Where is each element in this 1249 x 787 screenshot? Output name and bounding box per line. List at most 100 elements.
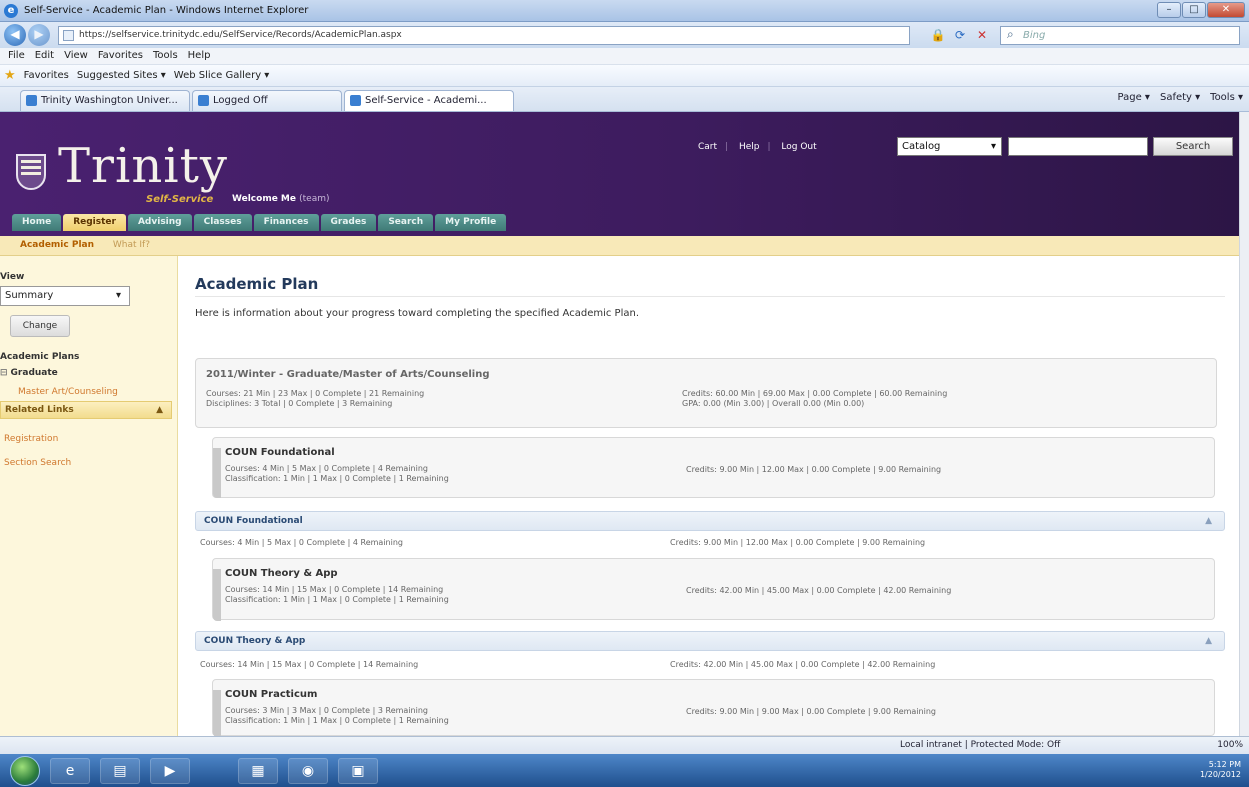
media-taskbar-icon[interactable]: ▶ bbox=[150, 758, 190, 784]
refresh-icon[interactable]: ⟳ bbox=[952, 27, 968, 43]
site-logo[interactable]: Trinity bbox=[58, 138, 228, 194]
plan-credits: Credits: 60.00 Min | 69.00 Max | 0.00 Co… bbox=[682, 389, 948, 398]
intro-text: Here is information about your progress … bbox=[195, 308, 639, 319]
change-button[interactable]: Change bbox=[10, 315, 70, 337]
window-taskbar-icon[interactable]: ▣ bbox=[338, 758, 378, 784]
tab-my-profile[interactable]: My Profile bbox=[435, 214, 507, 231]
stop-icon[interactable]: ✕ bbox=[974, 27, 990, 43]
sub-navigation: Academic Plan What If? bbox=[0, 236, 1245, 256]
ie-taskbar-icon[interactable]: e bbox=[50, 758, 90, 784]
page-scrollbar[interactable] bbox=[1239, 112, 1249, 736]
collapse-caret-icon[interactable]: ▲ bbox=[156, 402, 163, 418]
main-nav: Home Register Advising Classes Finances … bbox=[12, 214, 507, 231]
section-courses: Courses: 14 Min | 15 Max | 0 Complete | … bbox=[200, 660, 419, 669]
help-link[interactable]: Help bbox=[739, 142, 760, 152]
plan-link-master-art[interactable]: Master Art/Counseling bbox=[18, 387, 118, 397]
folder-taskbar-icon[interactable]: ▦ bbox=[238, 758, 278, 784]
zoom-level[interactable]: 100% bbox=[1217, 737, 1243, 754]
discipline-credits: Credits: 42.00 Min | 45.00 Max | 0.00 Co… bbox=[686, 586, 952, 595]
section-header-foundational[interactable]: COUN Foundational ▲ bbox=[195, 511, 1225, 531]
logout-link[interactable]: Log Out bbox=[781, 142, 816, 152]
tab-trinity[interactable]: Trinity Washington Univer... bbox=[20, 90, 190, 111]
close-button[interactable]: ✕ bbox=[1207, 2, 1245, 18]
fav-suggested-sites[interactable]: Suggested Sites ▾ bbox=[77, 70, 166, 81]
start-button[interactable] bbox=[10, 756, 40, 786]
header-search-button[interactable]: Search bbox=[1153, 137, 1233, 156]
header-links: Cart | Help | Log Out bbox=[698, 142, 817, 152]
header-search-input[interactable] bbox=[1008, 137, 1148, 156]
plan-title: 2011/Winter - Graduate/Master of Arts/Co… bbox=[206, 369, 490, 380]
tab-label: Logged Off bbox=[213, 95, 268, 106]
minimize-button[interactable]: – bbox=[1157, 2, 1181, 18]
section-search-link[interactable]: Section Search bbox=[4, 458, 71, 468]
menu-bar: File Edit View Favorites Tools Help bbox=[0, 48, 1249, 65]
maximize-button[interactable]: □ bbox=[1182, 2, 1206, 18]
welcome-suffix: (team) bbox=[299, 194, 330, 204]
tools-menu[interactable]: Tools ▾ bbox=[1210, 92, 1243, 103]
tab-logged-off[interactable]: Logged Off bbox=[192, 90, 342, 111]
section-credits: Credits: 42.00 Min | 45.00 Max | 0.00 Co… bbox=[670, 660, 936, 669]
menu-favorites[interactable]: Favorites bbox=[98, 48, 143, 64]
menu-file[interactable]: File bbox=[8, 48, 25, 64]
discipline-classification: Classification: 1 Min | 1 Max | 0 Comple… bbox=[225, 595, 449, 604]
cart-link[interactable]: Cart bbox=[698, 142, 717, 152]
subnav-academic-plan[interactable]: Academic Plan bbox=[20, 240, 94, 250]
toggle-caret-icon[interactable]: ▲ bbox=[1205, 512, 1212, 530]
lock-icon[interactable]: 🔒 bbox=[930, 27, 946, 43]
academic-plans-label: Academic Plans bbox=[0, 352, 80, 362]
favorites-star-icon: ★ bbox=[4, 68, 16, 83]
view-select[interactable]: Summary bbox=[0, 286, 130, 306]
tab-classes[interactable]: Classes bbox=[193, 214, 252, 231]
discipline-courses: Courses: 3 Min | 3 Max | 0 Complete | 3 … bbox=[225, 706, 428, 715]
back-icon[interactable]: ◀ bbox=[4, 24, 26, 46]
window-controls: – □ ✕ bbox=[1157, 2, 1245, 18]
address-icons: 🔒 ⟳ ✕ bbox=[930, 27, 990, 43]
explorer-taskbar-icon[interactable]: ▤ bbox=[100, 758, 140, 784]
collapse-icon[interactable]: ⊟ bbox=[0, 368, 8, 378]
menu-help[interactable]: Help bbox=[188, 48, 211, 64]
favicon-icon bbox=[350, 95, 361, 106]
menu-edit[interactable]: Edit bbox=[35, 48, 54, 64]
tab-home[interactable]: Home bbox=[12, 214, 62, 231]
status-bar: Local intranet | Protected Mode: Off 100… bbox=[0, 736, 1249, 754]
catalog-select[interactable]: Catalog bbox=[897, 137, 1002, 156]
menu-tools[interactable]: Tools bbox=[153, 48, 178, 64]
card-accent bbox=[213, 448, 221, 498]
subnav-what-if[interactable]: What If? bbox=[113, 240, 150, 250]
view-label: View bbox=[0, 272, 25, 282]
menu-view[interactable]: View bbox=[64, 48, 88, 64]
clock-time: 5:12 PM bbox=[1208, 760, 1241, 769]
section-title: COUN Foundational bbox=[204, 516, 303, 526]
tab-search[interactable]: Search bbox=[378, 214, 434, 231]
system-clock[interactable]: 5:12 PM 1/20/2012 bbox=[1200, 760, 1241, 780]
tab-grades[interactable]: Grades bbox=[320, 214, 377, 231]
url-field[interactable]: https://selfservice.trinitydc.edu/SelfSe… bbox=[58, 26, 910, 45]
safety-menu[interactable]: Safety ▾ bbox=[1160, 92, 1200, 103]
discipline-credits: Credits: 9.00 Min | 12.00 Max | 0.00 Com… bbox=[686, 465, 942, 474]
discipline-courses: Courses: 4 Min | 5 Max | 0 Complete | 4 … bbox=[225, 464, 428, 473]
section-header-theory[interactable]: COUN Theory & App ▲ bbox=[195, 631, 1225, 651]
plan-courses: Courses: 21 Min | 23 Max | 0 Complete | … bbox=[206, 389, 425, 398]
section-credits: Credits: 9.00 Min | 12.00 Max | 0.00 Com… bbox=[670, 538, 926, 547]
search-input[interactable]: Bing bbox=[1000, 26, 1240, 45]
plan-summary-card: 2011/Winter - Graduate/Master of Arts/Co… bbox=[195, 358, 1217, 428]
forward-icon[interactable]: ▶ bbox=[28, 24, 50, 46]
tab-advising[interactable]: Advising bbox=[127, 214, 192, 231]
graduate-label: Graduate bbox=[10, 368, 58, 378]
page-menu[interactable]: Page ▾ bbox=[1118, 92, 1150, 103]
app-taskbar-icon[interactable]: ◉ bbox=[288, 758, 328, 784]
tab-register[interactable]: Register bbox=[63, 214, 126, 231]
plan-disciplines: Disciplines: 3 Total | 0 Complete | 3 Re… bbox=[206, 399, 393, 408]
graduate-node[interactable]: ⊟ Graduate bbox=[0, 368, 58, 378]
fav-web-slice[interactable]: Web Slice Gallery ▾ bbox=[174, 70, 270, 81]
tab-self-service[interactable]: Self-Service - Academi... bbox=[344, 90, 514, 111]
registration-link[interactable]: Registration bbox=[4, 434, 58, 444]
discipline-title: COUN Theory & App bbox=[225, 568, 338, 579]
tab-finances[interactable]: Finances bbox=[253, 214, 319, 231]
site-header: Trinity Self-Service Welcome Me (team) C… bbox=[0, 112, 1245, 246]
related-links-header[interactable]: Related Links ▲ bbox=[0, 401, 172, 419]
toggle-caret-icon[interactable]: ▲ bbox=[1205, 632, 1212, 650]
discipline-credits: Credits: 9.00 Min | 9.00 Max | 0.00 Comp… bbox=[686, 707, 936, 716]
favorites-button[interactable]: Favorites bbox=[24, 70, 69, 81]
related-links-label: Related Links bbox=[5, 405, 74, 415]
